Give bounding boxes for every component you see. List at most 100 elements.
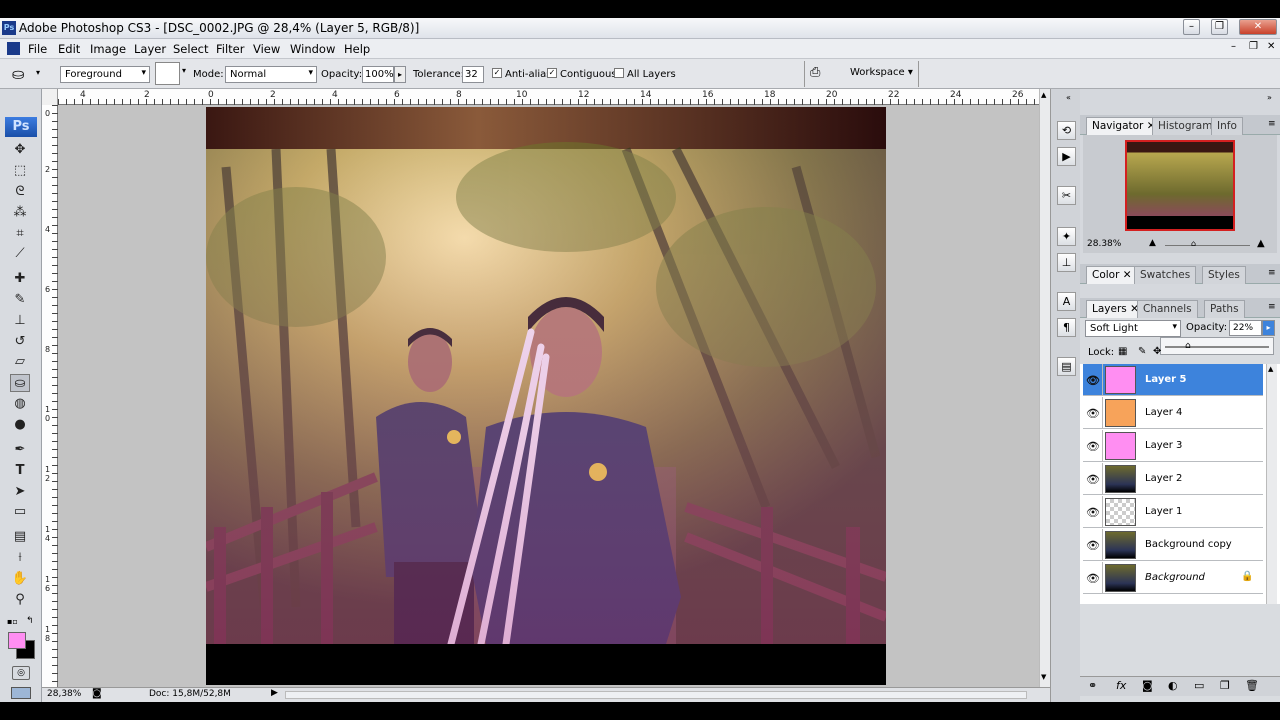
doc-close-button[interactable]: ✕: [1267, 41, 1275, 52]
brushes-panel-icon[interactable]: ✦: [1057, 227, 1076, 246]
menu-select[interactable]: Select: [173, 42, 208, 56]
close-button[interactable]: ✕: [1239, 19, 1277, 35]
layer-thumbnail[interactable]: [1105, 531, 1136, 559]
workspace-button[interactable]: Workspace ▾: [850, 67, 913, 78]
visibility-eye-icon[interactable]: 👁: [1086, 506, 1100, 519]
tab-paths[interactable]: Paths: [1204, 300, 1245, 318]
navigator-zoom[interactable]: 28.38%: [1087, 239, 1121, 249]
tab-navigator[interactable]: Navigator ✕: [1086, 117, 1162, 135]
opacity-slider-arrow-icon[interactable]: ▸: [394, 66, 406, 83]
menu-edit[interactable]: Edit: [58, 42, 80, 56]
lasso-icon[interactable]: ᘓ: [10, 183, 30, 201]
menu-view[interactable]: View: [253, 42, 280, 56]
mask-icon[interactable]: ◙: [1142, 679, 1153, 692]
lock-position-icon[interactable]: ✥: [1153, 346, 1161, 357]
antialias-checkbox[interactable]: ✓: [492, 68, 502, 78]
tab-histogram[interactable]: Histogram: [1152, 117, 1219, 135]
panel-menu-icon[interactable]: ≡: [1268, 302, 1276, 312]
notes-icon[interactable]: ▤: [10, 528, 30, 546]
quick-mask-icon[interactable]: ◎: [12, 666, 30, 680]
layer-row[interactable]: 👁 Background 🔒: [1083, 562, 1263, 594]
magic-wand-icon[interactable]: ⁂: [10, 204, 30, 222]
scroll-up-icon[interactable]: ▲: [1041, 91, 1046, 99]
tab-color[interactable]: Color ✕: [1086, 266, 1138, 284]
brush-icon[interactable]: ✎: [10, 291, 30, 309]
tab-channels[interactable]: Channels: [1137, 300, 1198, 318]
menu-image[interactable]: Image: [90, 42, 126, 56]
tab-swatches[interactable]: Swatches: [1134, 266, 1197, 284]
history-brush-icon[interactable]: ↺: [10, 333, 30, 351]
history-panel-icon[interactable]: ⟲: [1057, 121, 1076, 140]
trash-icon[interactable]: 🗑: [1245, 679, 1259, 692]
dock-collapse-icon[interactable]: «: [1066, 93, 1071, 102]
all-layers-checkbox[interactable]: [614, 68, 624, 78]
mode-select[interactable]: Normal: [225, 66, 317, 83]
layer-row[interactable]: 👁 Layer 3: [1083, 430, 1263, 462]
tab-styles[interactable]: Styles: [1202, 266, 1246, 284]
visibility-eye-icon[interactable]: 👁: [1086, 440, 1100, 453]
layer-row[interactable]: 👁 Background copy: [1083, 529, 1263, 561]
zoom-slider-thumb[interactable]: ⌂: [1191, 239, 1196, 248]
visibility-eye-icon[interactable]: 👁: [1086, 407, 1100, 420]
screen-mode-icon[interactable]: [11, 687, 31, 699]
link-icon[interactable]: ⚭: [1088, 679, 1097, 692]
layer-row[interactable]: 👁 Layer 2: [1083, 463, 1263, 495]
paint-bucket-icon[interactable]: ⛀: [10, 374, 30, 392]
panel-menu-icon[interactable]: ≡: [1268, 119, 1276, 129]
paragraph-panel-icon[interactable]: ¶: [1057, 318, 1076, 337]
menu-help[interactable]: Help: [344, 42, 370, 56]
visibility-eye-icon[interactable]: 👁: [1086, 539, 1100, 552]
ps-logo[interactable]: Ps: [5, 117, 37, 137]
menu-file[interactable]: File: [28, 42, 47, 56]
fill-source-select[interactable]: Foreground: [60, 66, 150, 83]
paint-bucket-tool-icon[interactable]: ⛀: [12, 65, 25, 83]
zoom-in-icon[interactable]: ▲: [1257, 238, 1265, 249]
menu-filter[interactable]: Filter: [216, 42, 244, 56]
pattern-dropdown-icon[interactable]: ▾: [182, 66, 186, 75]
slice-icon[interactable]: ⟋: [10, 245, 30, 263]
swap-colors-icon[interactable]: ↰: [26, 616, 34, 626]
group-icon[interactable]: ▭: [1194, 679, 1204, 692]
ruler-origin[interactable]: [42, 89, 58, 105]
layer-row[interactable]: 👁 Layer 4: [1083, 397, 1263, 429]
tab-info[interactable]: Info: [1211, 117, 1243, 135]
blend-mode-select[interactable]: Soft Light: [1085, 320, 1181, 337]
shape-icon[interactable]: ▭: [10, 503, 30, 521]
blur-icon[interactable]: ◍: [10, 395, 30, 413]
default-colors-icon[interactable]: ▪▫: [7, 617, 18, 626]
opacity-slider-thumb[interactable]: ⌂: [1185, 341, 1191, 351]
tool-preset-dropdown-icon[interactable]: ▾: [36, 68, 40, 77]
layer-thumbnail[interactable]: [1105, 366, 1136, 394]
zoom-slider[interactable]: [1165, 245, 1250, 246]
visibility-eye-icon[interactable]: 👁: [1086, 374, 1100, 387]
marquee-icon[interactable]: ⬚: [10, 162, 30, 180]
horizontal-scrollbar[interactable]: [285, 691, 1027, 699]
zoom-readout[interactable]: 28,38%: [47, 689, 81, 699]
adjustment-icon[interactable]: ◐: [1168, 679, 1178, 692]
layer-thumbnail[interactable]: [1105, 498, 1136, 526]
pattern-picker[interactable]: [155, 62, 180, 85]
layer-row[interactable]: 👁 Layer 5: [1083, 364, 1263, 396]
layer-comps-icon[interactable]: ▤: [1057, 357, 1076, 376]
pen-icon[interactable]: ✒: [10, 441, 30, 459]
opacity-input[interactable]: 100%: [362, 66, 394, 83]
vertical-scrollbar[interactable]: ▲ ▼: [1039, 89, 1050, 687]
bridge-icon[interactable]: ⎙: [810, 65, 832, 83]
panel-menu-icon[interactable]: ≡: [1268, 268, 1276, 278]
document-icon[interactable]: [7, 42, 20, 55]
eyedropper-icon[interactable]: ⟊: [10, 549, 30, 567]
doc-minimize-button[interactable]: –: [1231, 41, 1236, 52]
layer-opacity-arrow-icon[interactable]: ▸: [1262, 320, 1275, 336]
lock-transparency-icon[interactable]: ▦: [1118, 346, 1127, 357]
document-canvas[interactable]: [206, 107, 886, 685]
scroll-down-icon[interactable]: ▼: [1041, 673, 1046, 681]
eraser-icon[interactable]: ▱: [10, 353, 30, 371]
layers-scrollbar[interactable]: ▲: [1266, 364, 1277, 604]
hand-icon[interactable]: ✋: [10, 570, 30, 588]
healing-icon[interactable]: ✚: [10, 270, 30, 288]
foreground-color-swatch[interactable]: [8, 632, 26, 649]
fx-icon[interactable]: fx: [1116, 679, 1126, 692]
layer-thumbnail[interactable]: [1105, 432, 1136, 460]
layer-thumbnail[interactable]: [1105, 465, 1136, 493]
minimize-button[interactable]: –: [1183, 19, 1200, 35]
